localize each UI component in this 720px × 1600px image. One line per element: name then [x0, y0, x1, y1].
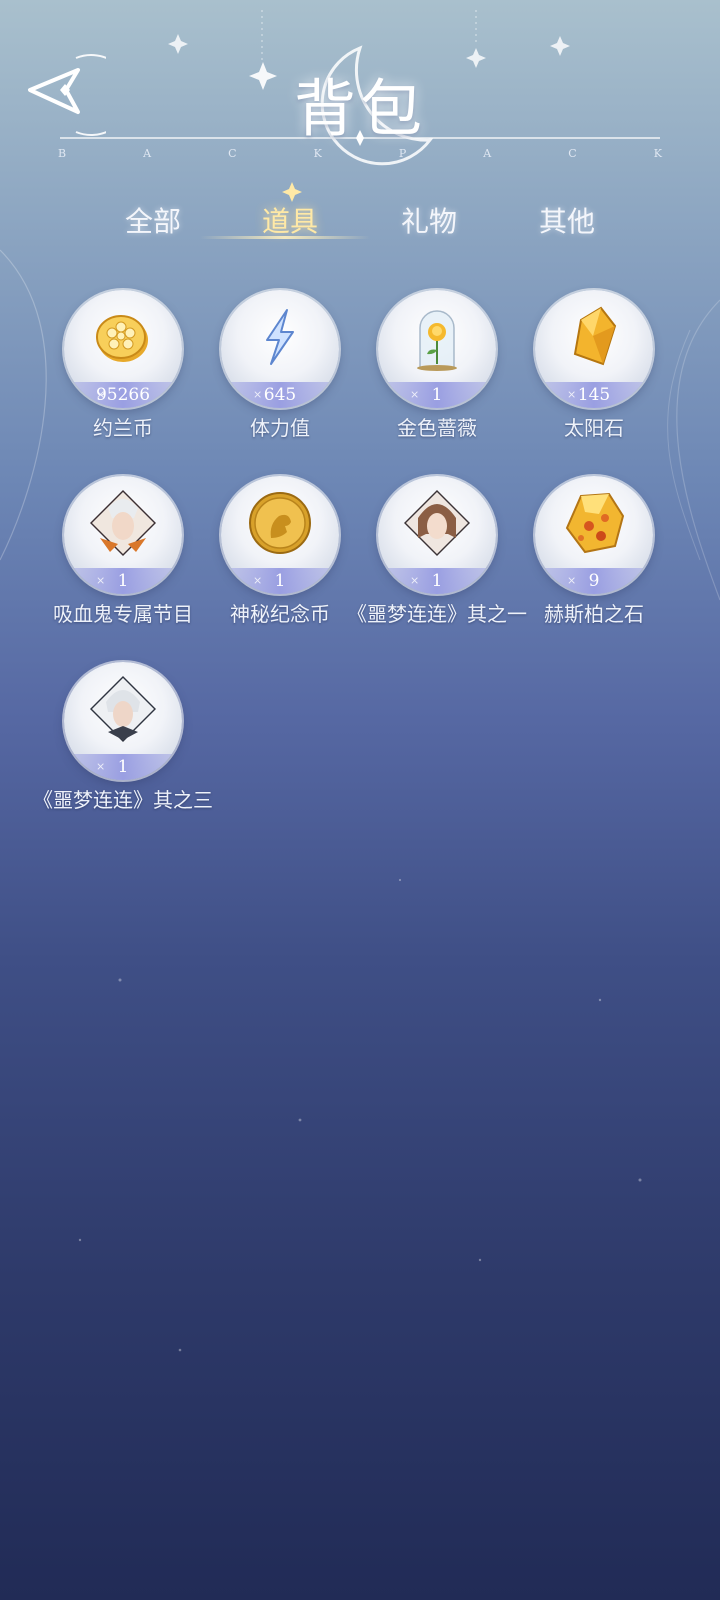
subtitle-letter: K: [313, 147, 322, 160]
white-hair-portrait-icon: [90, 676, 156, 742]
item-count: × 645: [221, 382, 339, 408]
subtitle-letter: K: [653, 147, 662, 160]
item-slot: × 95266: [64, 290, 182, 408]
sun-stone-icon: [573, 306, 617, 366]
subtitle-letter: A: [143, 147, 152, 160]
item-count: × 1: [64, 568, 182, 594]
tab-other[interactable]: 其他: [507, 200, 627, 240]
item-name: 赫斯柏之石: [544, 602, 644, 626]
item-slot: × 1: [378, 476, 496, 594]
item-slot: × 9: [535, 476, 653, 594]
gold-coin-icon: [96, 315, 148, 362]
item-name: 太阳石: [564, 416, 624, 440]
item-count: × 1: [378, 568, 496, 594]
item-count: × 95266: [64, 382, 182, 408]
item-slot: × 1: [378, 290, 496, 408]
page-title: 背包: [293, 72, 426, 145]
item-count: × 1: [221, 568, 339, 594]
item-count: × 1: [64, 754, 182, 780]
subtitle-letter: A: [483, 147, 492, 160]
header: 背包 B A C K P A C K: [0, 0, 720, 180]
tab-all[interactable]: 全部: [93, 200, 213, 240]
item-slot: × 1: [64, 476, 182, 594]
vampire-portrait-icon: [90, 490, 156, 556]
item-slot: × 1: [221, 476, 339, 594]
item-count: × 145: [535, 382, 653, 408]
item-slot: × 645: [221, 290, 339, 408]
tab-items[interactable]: 道具: [230, 200, 350, 240]
item-name: 《噩梦连连》其之三: [33, 788, 213, 812]
item-slot: × 145: [535, 290, 653, 408]
active-tab-underline: [200, 236, 370, 239]
brown-hair-portrait-icon: [404, 490, 470, 556]
subtitle-letter: P: [398, 147, 407, 160]
category-tabs: 全部 道具 礼物 其他: [0, 182, 720, 248]
amber-stone-icon: [565, 492, 625, 554]
item-slot: × 1: [64, 662, 182, 780]
subtitle-letter: C: [568, 147, 577, 160]
lightning-icon: [266, 309, 294, 365]
subtitle-letter: B: [58, 147, 67, 160]
commemorative-coin-icon: [249, 492, 311, 554]
item-count: × 1: [378, 382, 496, 408]
page-subtitle: B A C K P A C K: [58, 147, 662, 160]
golden-rose-icon: [417, 310, 457, 371]
subtitle-letter: C: [228, 147, 237, 160]
item-count: × 9: [535, 568, 653, 594]
tab-gifts[interactable]: 礼物: [369, 200, 489, 240]
